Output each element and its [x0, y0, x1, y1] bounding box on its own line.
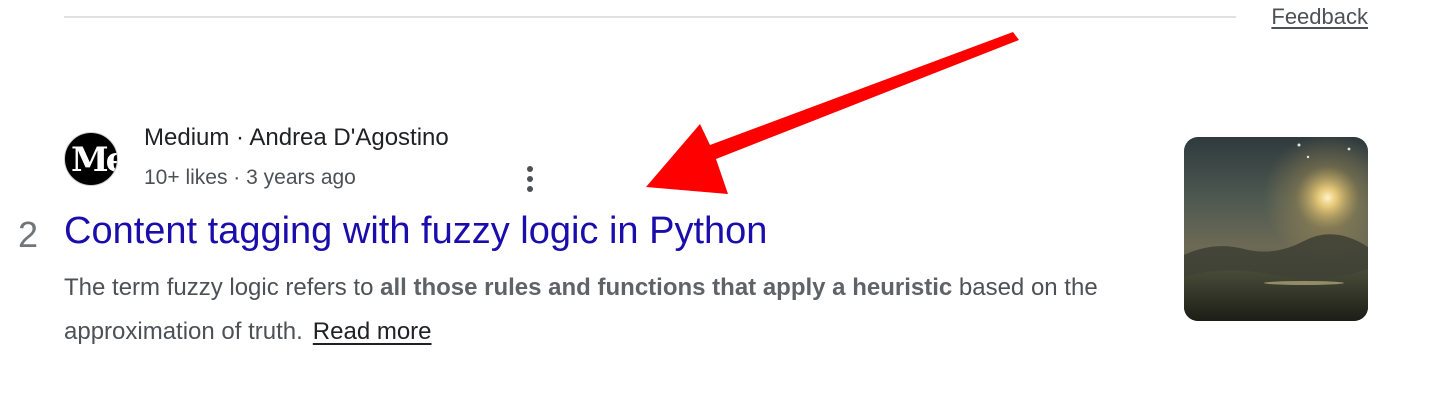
read-more-link[interactable]: Read more	[313, 318, 432, 345]
snippet-text-start: The term fuzzy logic refers to	[64, 274, 381, 301]
result-snippet: The term fuzzy logic refers to all those…	[64, 266, 1144, 354]
result-title-link[interactable]: Content tagging with fuzzy logic in Pyth…	[64, 210, 767, 253]
result-source[interactable]: Medium · Andrea D'Agostino	[144, 124, 449, 152]
favicon-text: Me	[71, 140, 117, 180]
medium-favicon-icon[interactable]: Me	[64, 132, 118, 186]
results-divider	[64, 16, 1236, 18]
more-vert-icon[interactable]	[518, 164, 542, 194]
result-meta: 10+ likes · 3 years ago	[144, 166, 356, 189]
snippet-highlight: all those rules and functions that apply…	[380, 274, 953, 301]
feedback-link[interactable]: Feedback	[1271, 4, 1368, 30]
sunset-landscape-thumbnail[interactable]	[1184, 137, 1368, 321]
result-rank: 2	[18, 214, 39, 255]
search-results-page: Feedback Me Medium · Andrea D'Agostino 1…	[0, 0, 1430, 416]
